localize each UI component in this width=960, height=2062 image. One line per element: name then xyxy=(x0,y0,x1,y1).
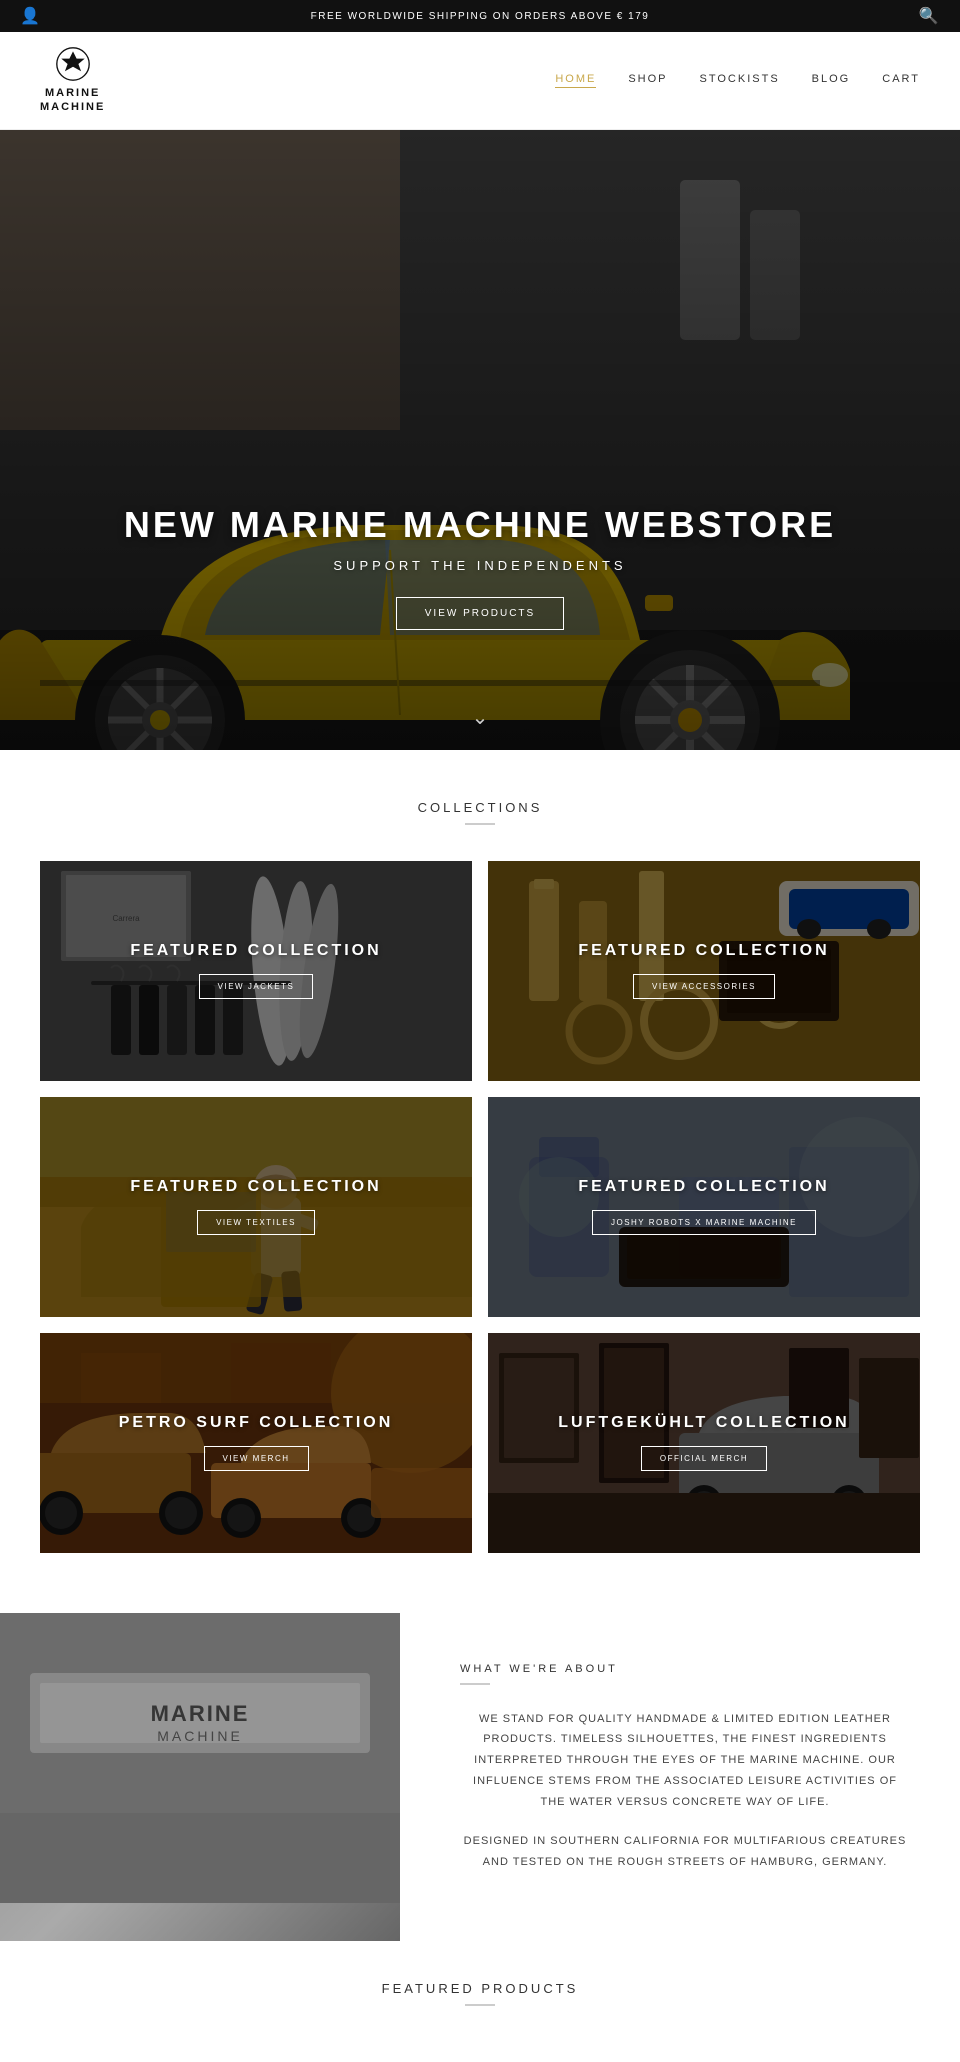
logo-text: MARINEMACHINE xyxy=(40,86,105,115)
collection-card-petro[interactable]: PETRO SURF COLLECTION VIEW MERCH xyxy=(40,1333,472,1553)
about-title: WHAT WE'RE ABOUT xyxy=(460,1663,910,1675)
view-textiles-button[interactable]: VIEW TEXTILES xyxy=(197,1210,315,1235)
card-jackets-overlay: FEATURED COLLECTION VIEW JACKETS xyxy=(40,861,472,1081)
card-jackets-title: FEATURED COLLECTION xyxy=(130,942,381,960)
card-accessories-overlay: FEATURED COLLECTION VIEW ACCESSORIES xyxy=(488,861,920,1081)
card-luftgekuhlt-overlay: LUFTGEKÜHLT COLLECTION OFFICIAL MERCH xyxy=(488,1333,920,1553)
site-header: MARINEMACHINE HOME SHOP STOCKISTS BLOG C… xyxy=(0,32,960,130)
collection-card-accessories[interactable]: FEATURED COLLECTION VIEW ACCESSORIES xyxy=(488,861,920,1081)
view-merch-button[interactable]: VIEW MERCH xyxy=(204,1446,309,1471)
about-image-svg: MARINE MACHINE xyxy=(0,1613,400,1903)
collections-section: COLLECTIONS Carrera xyxy=(0,750,960,1593)
collections-divider xyxy=(465,823,495,825)
nav-home[interactable]: HOME xyxy=(555,73,596,88)
view-accessories-button[interactable]: VIEW ACCESSORIES xyxy=(633,974,775,999)
hero-content: NEW MARINE MACHINE WEBSTORE SUPPORT THE … xyxy=(0,504,960,630)
about-image: MARINE MACHINE xyxy=(0,1613,400,1941)
card-textiles-title: FEATURED COLLECTION xyxy=(130,1178,381,1196)
nav-cart[interactable]: CART xyxy=(882,73,920,88)
hero-view-products-button[interactable]: VIEW PRODUCTS xyxy=(396,597,564,630)
card-accessories-title: FEATURED COLLECTION xyxy=(578,942,829,960)
view-jackets-button[interactable]: VIEW JACKETS xyxy=(199,974,314,999)
hero-car-svg xyxy=(0,130,960,750)
shipping-message: FREE WORLDWIDE SHIPPING ON ORDERS ABOVE … xyxy=(311,11,650,22)
about-divider xyxy=(460,1683,490,1685)
collection-card-textiles[interactable]: FEATURED COLLECTION VIEW TEXTILES xyxy=(40,1097,472,1317)
featured-products-title: FEATURED PRODUCTS xyxy=(40,1981,920,1996)
about-content: WHAT WE'RE ABOUT WE STAND FOR QUALITY HA… xyxy=(400,1613,960,1941)
hero-chevron-icon[interactable]: ⌄ xyxy=(472,705,489,730)
nav-blog[interactable]: BLOG xyxy=(812,73,851,88)
top-bar: 👤 FREE WORLDWIDE SHIPPING ON ORDERS ABOV… xyxy=(0,0,960,32)
card-petro-overlay: PETRO SURF COLLECTION VIEW MERCH xyxy=(40,1333,472,1553)
about-section: MARINE MACHINE WHAT WE'RE ABOUT WE STAND… xyxy=(0,1613,960,1941)
card-luftgekuhlt-title: LUFTGEKÜHLT COLLECTION xyxy=(558,1414,849,1432)
about-paragraph-2: DESIGNED IN SOUTHERN CALIFORNIA FOR MULT… xyxy=(460,1831,910,1873)
main-nav: HOME SHOP STOCKISTS BLOG CART xyxy=(555,73,920,88)
featured-products-section: FEATURED PRODUCTS xyxy=(0,1941,960,2062)
hero-background xyxy=(0,130,960,750)
official-merch-button[interactable]: OFFICIAL MERCH xyxy=(641,1446,767,1471)
nav-shop[interactable]: SHOP xyxy=(628,73,667,88)
card-joshy-title: FEATURED COLLECTION xyxy=(578,1178,829,1196)
collection-card-luftgekuhlt[interactable]: LUFTGEKÜHLT COLLECTION OFFICIAL MERCH xyxy=(488,1333,920,1553)
featured-products-divider xyxy=(465,2004,495,2006)
collections-grid: Carrera xyxy=(40,861,920,1553)
user-icon[interactable]: 👤 xyxy=(20,6,41,26)
hero-subtitle: SUPPORT THE INDEPENDENTS xyxy=(0,558,960,573)
nav-stockists[interactable]: STOCKISTS xyxy=(700,73,780,88)
logo-emblem xyxy=(55,46,91,82)
card-petro-title: PETRO SURF COLLECTION xyxy=(119,1414,394,1432)
joshy-robots-button[interactable]: JOSHY ROBOTS X MARINE MACHINE xyxy=(592,1210,816,1235)
card-textiles-overlay: FEATURED COLLECTION VIEW TEXTILES xyxy=(40,1097,472,1317)
card-joshy-overlay: FEATURED COLLECTION JOSHY ROBOTS X MARIN… xyxy=(488,1097,920,1317)
logo[interactable]: MARINEMACHINE xyxy=(40,46,105,115)
hero-section: NEW MARINE MACHINE WEBSTORE SUPPORT THE … xyxy=(0,130,960,750)
collection-card-joshy[interactable]: FEATURED COLLECTION JOSHY ROBOTS X MARIN… xyxy=(488,1097,920,1317)
about-paragraph-1: WE STAND FOR QUALITY HANDMADE & LIMITED … xyxy=(460,1709,910,1813)
collections-title: COLLECTIONS xyxy=(40,800,920,815)
hero-title: NEW MARINE MACHINE WEBSTORE xyxy=(0,504,960,546)
collection-card-jackets[interactable]: Carrera xyxy=(40,861,472,1081)
search-icon[interactable]: 🔍 xyxy=(919,6,940,26)
